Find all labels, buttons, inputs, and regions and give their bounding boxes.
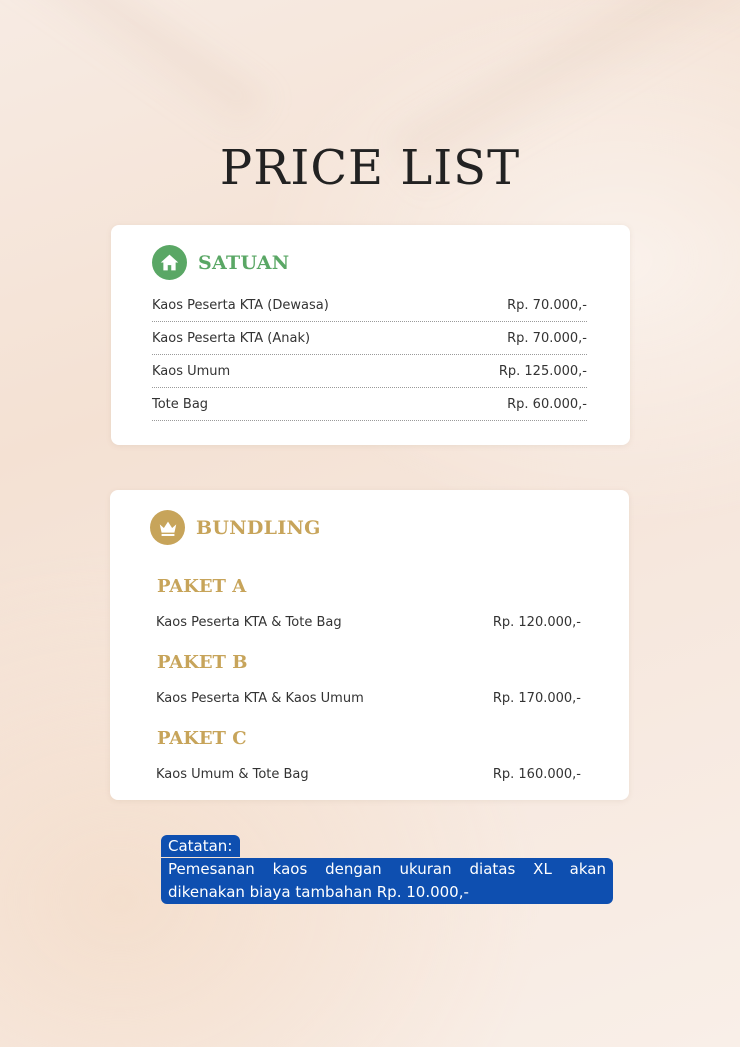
package-row: Kaos Peserta KTA & Tote Bag Rp. 120.000,… xyxy=(156,615,581,630)
crown-icon xyxy=(150,510,185,545)
package-price: Rp. 170.000,- xyxy=(492,691,581,706)
bundling-heading: BUNDLING xyxy=(196,516,321,539)
item-price: Rp. 60.000,- xyxy=(507,396,587,412)
item-name: Kaos Umum xyxy=(152,363,231,379)
page-title: PRICE LIST xyxy=(219,140,521,196)
item-name: Kaos Peserta KTA (Dewasa) xyxy=(152,297,329,313)
item-name: Kaos Peserta KTA (Anak) xyxy=(152,330,311,346)
item-price: Rp. 70.000,- xyxy=(507,297,587,313)
satuan-heading: SATUAN xyxy=(198,251,290,274)
package-contents: Kaos Umum & Tote Bag xyxy=(156,767,309,782)
item-name: Tote Bag xyxy=(152,396,209,412)
item-price: Rp. 125.000,- xyxy=(498,363,587,379)
bundling-card: BUNDLING PAKET A Kaos Peserta KTA & Tote… xyxy=(110,490,629,800)
price-row: Kaos Peserta KTA (Dewasa) Rp. 70.000,- xyxy=(152,289,587,322)
satuan-header: SATUAN xyxy=(152,245,289,280)
package-title: PAKET C xyxy=(157,728,247,749)
price-row: Tote Bag Rp. 60.000,- xyxy=(152,388,587,421)
home-icon xyxy=(152,245,187,280)
satuan-card: SATUAN Kaos Peserta KTA (Dewasa) Rp. 70.… xyxy=(111,225,630,445)
note-text: Pemesanan kaos dengan ukuran diatas XL a… xyxy=(161,858,613,904)
item-price: Rp. 70.000,- xyxy=(507,330,587,346)
package-contents: Kaos Peserta KTA & Tote Bag xyxy=(156,615,342,630)
package-title: PAKET B xyxy=(157,652,248,673)
package-title: PAKET A xyxy=(157,576,247,597)
price-row: Kaos Peserta KTA (Anak) Rp. 70.000,- xyxy=(152,322,587,355)
package-contents: Kaos Peserta KTA & Kaos Umum xyxy=(156,691,364,706)
background-shadow xyxy=(0,0,269,147)
package-row: Kaos Peserta KTA & Kaos Umum Rp. 170.000… xyxy=(156,691,581,706)
package-price: Rp. 160.000,- xyxy=(492,767,581,782)
note-label: Catatan: xyxy=(161,835,241,857)
package-row: Kaos Umum & Tote Bag Rp. 160.000,- xyxy=(156,767,581,782)
package-price: Rp. 120.000,- xyxy=(492,615,581,630)
bundling-header: BUNDLING xyxy=(150,510,321,545)
price-row: Kaos Umum Rp. 125.000,- xyxy=(152,355,587,388)
